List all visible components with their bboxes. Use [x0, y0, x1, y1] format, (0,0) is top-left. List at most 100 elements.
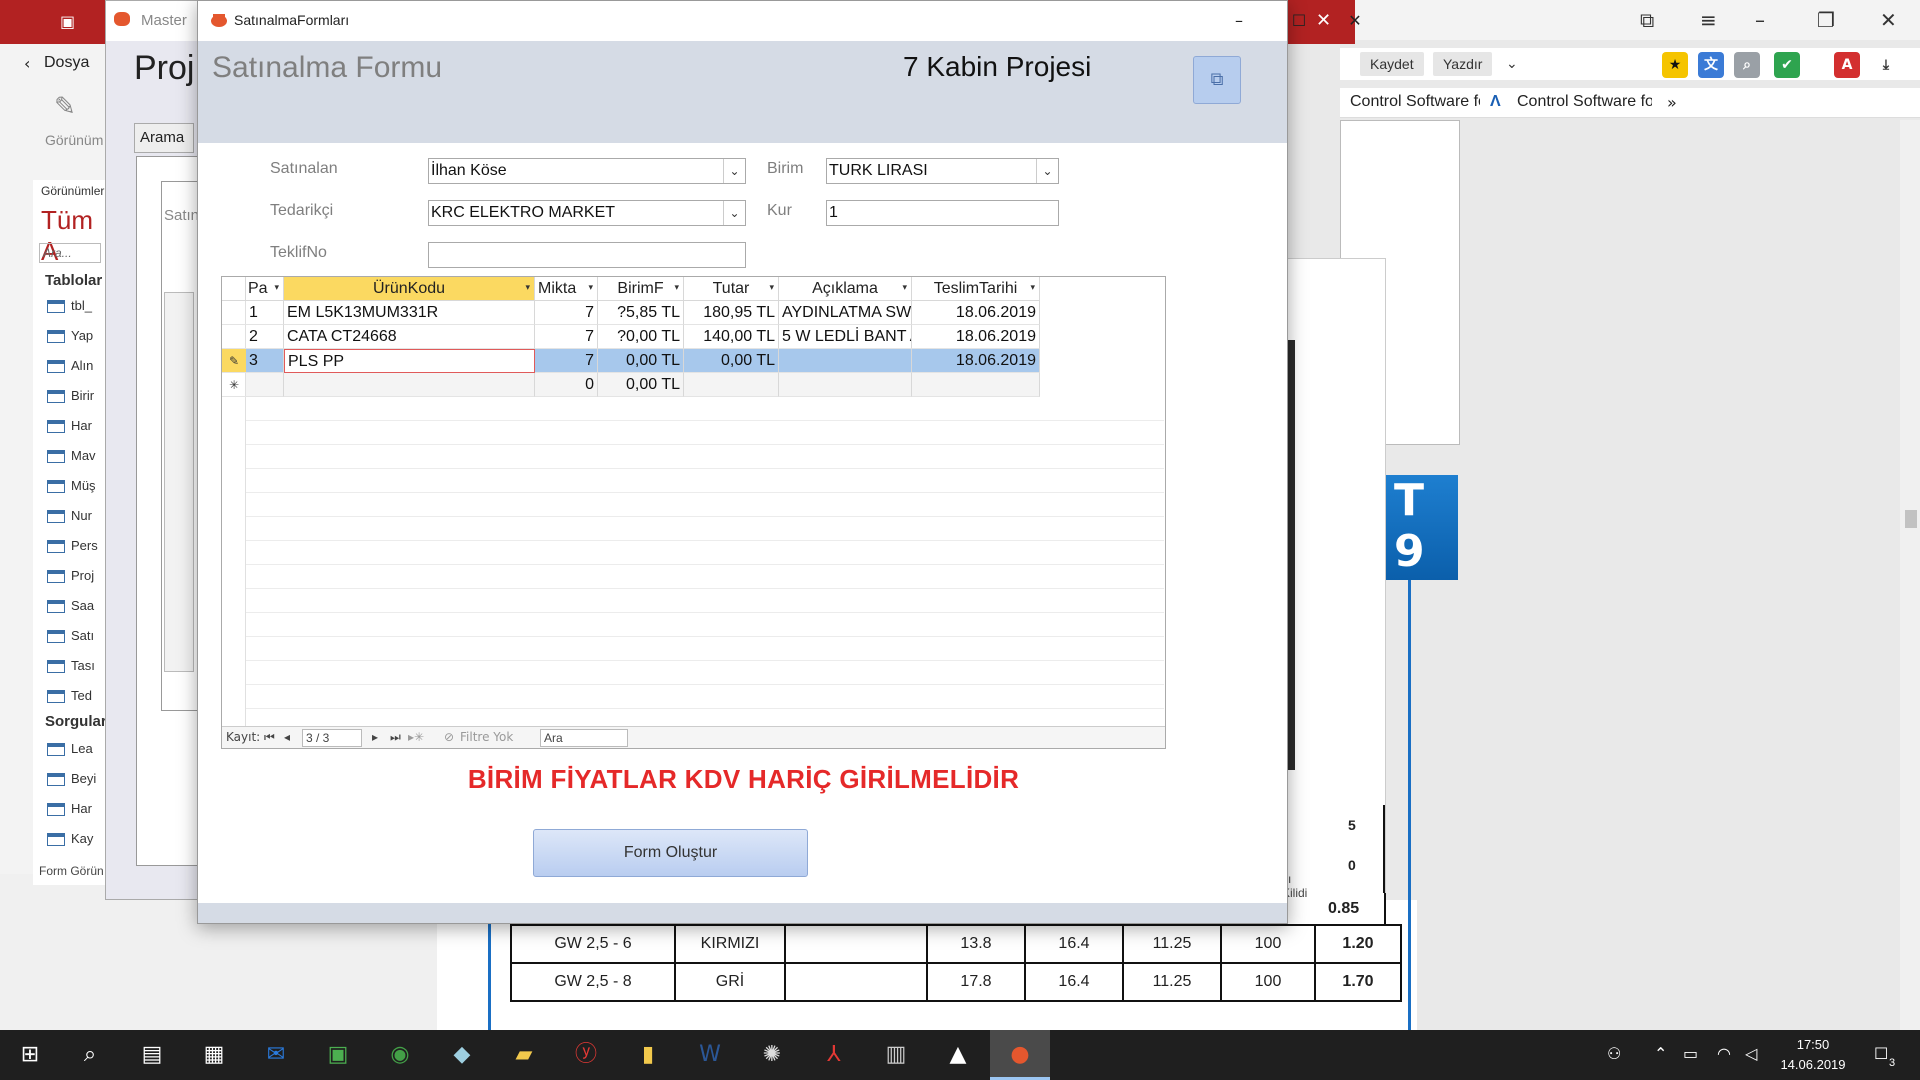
notes-app-icon[interactable]: ◆ — [432, 1030, 492, 1080]
nav-table-item[interactable]: Har — [47, 418, 92, 434]
datasheet-search-input[interactable]: Ara — [540, 729, 628, 747]
bookmark-item[interactable]: Control Software fo — [1517, 93, 1652, 111]
menu-icon[interactable]: ≡ — [1700, 8, 1717, 32]
word-icon[interactable]: W — [680, 1030, 740, 1080]
cell-pa[interactable]: 1 — [246, 301, 284, 325]
table-row[interactable]: 2 CATA CT24668 7 ?0,00 TL 140,00 TL 5 W … — [222, 325, 1042, 349]
cell-tutar[interactable]: 140,00 TL — [684, 325, 779, 349]
nav-query-item[interactable]: Lea — [47, 741, 93, 757]
nav-table-item[interactable]: Müş — [47, 478, 96, 494]
search-tab[interactable]: Arama — [134, 123, 194, 153]
dropdown-arrow-icon[interactable]: ▾ — [588, 277, 593, 300]
cell-urunkodu[interactable]: EM L5K13MUM331R — [284, 301, 535, 325]
cell-pa[interactable] — [246, 373, 284, 397]
cell-teslimtarihi[interactable]: 18.06.2019 — [912, 301, 1040, 325]
dropdown-arrow-icon[interactable]: ▾ — [674, 277, 679, 300]
circuit-app-icon[interactable]: ▣ — [308, 1030, 368, 1080]
dropdown-arrow-icon[interactable]: ▾ — [274, 277, 279, 300]
cell-pa[interactable]: 2 — [246, 325, 284, 349]
chevron-down-icon[interactable]: ⌄ — [1036, 159, 1058, 183]
scrollbar-thumb[interactable] — [1905, 510, 1917, 528]
column-header-tutar[interactable]: Tutar ▾ — [684, 277, 779, 301]
pdf-icon[interactable]: A — [1834, 52, 1860, 78]
photos-icon[interactable]: ▲ — [928, 1030, 988, 1080]
next-record-icon[interactable]: ▸ — [372, 730, 378, 744]
cell-birimf[interactable]: 0,00 TL — [598, 373, 684, 397]
maximize-button[interactable]: ☐ — [1276, 7, 1322, 35]
bookmark-item[interactable]: Control Software fo — [1350, 93, 1480, 111]
cell-tutar[interactable]: 0,00 TL — [684, 349, 779, 373]
chevron-down-icon[interactable]: ⌄ — [723, 159, 745, 183]
filter-status[interactable]: Filtre Yok — [460, 730, 513, 744]
nav-table-item[interactable]: Satı — [47, 628, 94, 644]
nav-table-item[interactable]: Alın — [47, 358, 93, 374]
cell-birimf[interactable]: ?0,00 TL — [598, 325, 684, 349]
queries-header[interactable]: Sorgular — [45, 713, 107, 730]
nav-query-item[interactable]: Har — [47, 801, 92, 817]
record-position-input[interactable]: 3 / 3 — [302, 729, 362, 747]
cell-urunkodu[interactable] — [284, 373, 535, 397]
outlook-icon[interactable]: ✉ — [246, 1030, 306, 1080]
cell-urunkodu-editing[interactable]: PLS PP — [284, 349, 535, 373]
notification-icon[interactable]: ☐ — [1874, 1044, 1888, 1063]
nav-table-item[interactable]: Birir — [47, 388, 94, 404]
cell-birimf[interactable]: ?5,85 TL — [598, 301, 684, 325]
cell-aciklama[interactable] — [779, 373, 912, 397]
nav-table-item[interactable]: Tası — [47, 658, 95, 674]
minimize-button[interactable]: – — [1216, 7, 1262, 35]
nav-table-item[interactable]: Ted — [47, 688, 92, 704]
kur-input[interactable]: 1 — [826, 200, 1059, 226]
nav-table-item[interactable]: Nur — [47, 508, 92, 524]
column-header-miktar[interactable]: Mikta ▾ — [535, 277, 598, 301]
viewer-app-icon[interactable]: ▥ — [866, 1030, 926, 1080]
extension-icon-yellow[interactable]: ★ — [1662, 52, 1688, 78]
battery-icon[interactable]: ▭ — [1683, 1044, 1698, 1063]
back-icon[interactable]: ‹ — [24, 54, 30, 73]
cell-urunkodu[interactable]: CATA CT24668 — [284, 325, 535, 349]
chevron-down-icon[interactable]: ⌄ — [1496, 52, 1528, 76]
cell-teslimtarihi[interactable] — [912, 373, 1040, 397]
nav-table-item[interactable]: Pers — [47, 538, 98, 554]
cell-miktar[interactable]: 7 — [535, 301, 598, 325]
cell-teslimtarihi[interactable]: 18.06.2019 — [912, 349, 1040, 373]
start-icon[interactable]: ⊞ — [0, 1030, 60, 1080]
dropdown-arrow-icon[interactable]: ▾ — [769, 277, 774, 300]
previous-record-icon[interactable]: ◂ — [284, 730, 290, 744]
nav-search-input[interactable]: Ara... — [39, 243, 101, 263]
column-header-pa[interactable]: Pa ▾ — [246, 277, 284, 301]
column-header-aciklama[interactable]: Açıklama ▾ — [779, 277, 912, 301]
nav-query-item[interactable]: Beyi — [47, 771, 96, 787]
last-record-icon[interactable]: ⏭ — [390, 730, 401, 745]
nav-table-item[interactable]: Proj — [47, 568, 94, 584]
nav-query-item[interactable]: Kay — [47, 831, 93, 847]
acrobat-icon[interactable]: ⅄ — [804, 1030, 864, 1080]
new-record-row[interactable]: 0 0,00 TL — [222, 373, 1042, 397]
cell-teslimtarihi[interactable]: 18.06.2019 — [912, 325, 1040, 349]
teklifno-input[interactable] — [428, 242, 746, 268]
cell-miktar[interactable]: 0 — [535, 373, 598, 397]
file-tab[interactable]: Dosya — [44, 54, 89, 72]
tedarikci-combo[interactable]: KRC ELEKTRO MARKET ⌄ — [428, 200, 746, 226]
minimize-icon[interactable]: – — [1755, 8, 1765, 32]
search-icon[interactable]: ⌕ — [60, 1030, 120, 1080]
column-header-teslimtarihi[interactable]: TeslimTarihi ▾ — [912, 277, 1040, 301]
dropdown-arrow-icon[interactable]: ▾ — [1030, 277, 1035, 300]
export-button-icon[interactable]: ⧉ — [1193, 56, 1241, 104]
sticky-notes-icon[interactable]: ▮ — [618, 1030, 678, 1080]
download-icon[interactable]: ⤓ — [1873, 52, 1899, 78]
cell-tutar[interactable] — [684, 373, 779, 397]
search-extension-icon[interactable]: ⌕ — [1734, 52, 1760, 78]
nav-table-item[interactable]: tbl_ — [47, 298, 92, 314]
printer-app-icon[interactable]: ▤ — [122, 1030, 182, 1080]
cell-aciklama[interactable] — [779, 349, 912, 373]
chevron-down-icon[interactable]: ⌄ — [723, 201, 745, 225]
access-app-icon[interactable]: ● — [990, 1030, 1050, 1080]
paint-app-icon[interactable]: ✺ — [742, 1030, 802, 1080]
print-button[interactable]: Yazdır — [1433, 52, 1493, 76]
chevron-up-icon[interactable]: ⌃ — [1654, 1044, 1667, 1063]
calculator-icon[interactable]: ▦ — [184, 1030, 244, 1080]
wifi-icon[interactable]: ◠ — [1717, 1044, 1731, 1063]
view-label[interactable]: Görünüm — [45, 132, 103, 148]
create-form-button[interactable]: Form Oluştur — [533, 829, 808, 877]
save-button[interactable]: Kaydet — [1360, 52, 1424, 76]
